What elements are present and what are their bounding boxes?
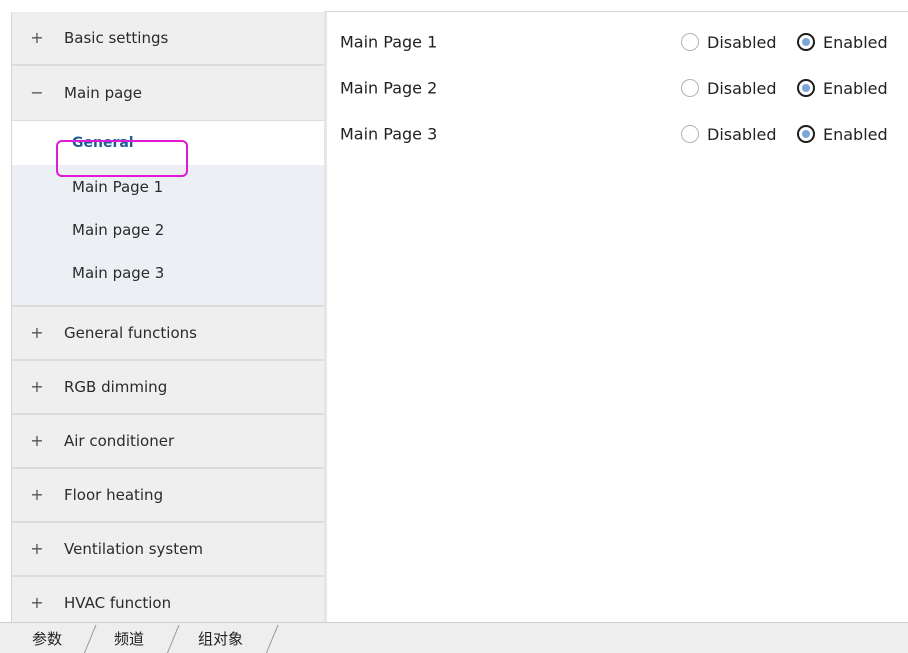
radio-unchecked-icon	[681, 79, 699, 97]
main-page-subitems: General Main Page 1 Main page 2 Main pag…	[12, 120, 325, 307]
radio-main-page-2-disabled[interactable]: Disabled	[681, 77, 777, 99]
collapse-minus-icon: −	[30, 83, 44, 102]
radio-unchecked-icon	[681, 33, 699, 51]
tab-channels[interactable]: 频道	[114, 623, 144, 653]
param-row-main-page-3: Main Page 3 Disabled Enabled	[327, 119, 908, 149]
radio-label: Disabled	[707, 32, 777, 52]
sidebar-item-label: Main page 2	[72, 220, 165, 239]
radio-checked-icon	[797, 125, 815, 143]
sidebar-item-main-page-3[interactable]: Main page 3	[12, 251, 325, 294]
sidebar-item-label: Main page 3	[72, 263, 165, 282]
sidebar-section-label: Main page	[64, 84, 143, 102]
sidebar-section-basic-settings[interactable]: + Basic settings	[12, 12, 325, 66]
tab-separator	[166, 624, 180, 653]
param-label: Main Page 3	[340, 124, 438, 144]
sidebar-item-main-page-2[interactable]: Main page 2	[12, 208, 325, 251]
expand-plus-icon: +	[30, 593, 44, 612]
tab-parameters[interactable]: 参数	[32, 623, 62, 653]
param-label: Main Page 2	[340, 78, 438, 98]
sidebar-section-hvac-function[interactable]: + HVAC function	[12, 577, 325, 622]
sidebar-section-air-conditioner[interactable]: + Air conditioner	[12, 415, 325, 469]
bottom-tab-bar: 参数 频道 组对象	[0, 622, 908, 653]
sidebar-section-ventilation-system[interactable]: + Ventilation system	[12, 523, 325, 577]
radio-label: Disabled	[707, 124, 777, 144]
param-row-main-page-1: Main Page 1 Disabled Enabled	[327, 27, 908, 57]
sidebar-section-label: Floor heating	[64, 486, 164, 504]
expand-plus-icon: +	[30, 539, 44, 558]
sidebar-item-label: General	[72, 135, 134, 151]
radio-label: Enabled	[823, 124, 888, 144]
tab-group-objects[interactable]: 组对象	[198, 623, 243, 653]
parameter-panel: Main Page 1 Disabled Enabled Main Page 2…	[327, 12, 908, 622]
tab-separator	[83, 624, 97, 653]
radio-label: Disabled	[707, 78, 777, 98]
expand-plus-icon: +	[30, 323, 44, 342]
expand-plus-icon: +	[30, 377, 44, 396]
param-label: Main Page 1	[340, 32, 438, 52]
param-row-main-page-2: Main Page 2 Disabled Enabled	[327, 73, 908, 103]
tab-separator	[265, 624, 279, 653]
sidebar-section-label: Air conditioner	[64, 432, 175, 450]
sidebar-item-main-page-1[interactable]: Main Page 1	[12, 165, 325, 208]
radio-checked-icon	[797, 33, 815, 51]
sidebar-section-rgb-dimming[interactable]: + RGB dimming	[12, 361, 325, 415]
sidebar-section-label: Basic settings	[64, 29, 169, 47]
sidebar-item-general[interactable]: General	[12, 121, 325, 165]
radio-main-page-3-enabled[interactable]: Enabled	[797, 123, 888, 145]
radio-main-page-2-enabled[interactable]: Enabled	[797, 77, 888, 99]
sidebar: + Basic settings − Main page General Mai…	[11, 12, 325, 622]
app-window: + Basic settings − Main page General Mai…	[0, 0, 908, 653]
sidebar-section-general-functions[interactable]: + General functions	[12, 307, 325, 361]
sidebar-section-label: HVAC function	[64, 594, 172, 612]
radio-main-page-1-disabled[interactable]: Disabled	[681, 31, 777, 53]
sidebar-section-label: RGB dimming	[64, 378, 168, 396]
expand-plus-icon: +	[30, 485, 44, 504]
radio-label: Enabled	[823, 32, 888, 52]
sidebar-section-label: Ventilation system	[64, 540, 203, 558]
sidebar-item-label: Main Page 1	[72, 177, 164, 196]
expand-plus-icon: +	[30, 431, 44, 450]
sidebar-section-floor-heating[interactable]: + Floor heating	[12, 469, 325, 523]
radio-main-page-1-enabled[interactable]: Enabled	[797, 31, 888, 53]
radio-main-page-3-disabled[interactable]: Disabled	[681, 123, 777, 145]
sidebar-section-main-page[interactable]: − Main page	[12, 66, 325, 120]
radio-label: Enabled	[823, 78, 888, 98]
sidebar-section-label: General functions	[64, 324, 197, 342]
expand-plus-icon: +	[30, 28, 44, 47]
radio-checked-icon	[797, 79, 815, 97]
radio-unchecked-icon	[681, 125, 699, 143]
